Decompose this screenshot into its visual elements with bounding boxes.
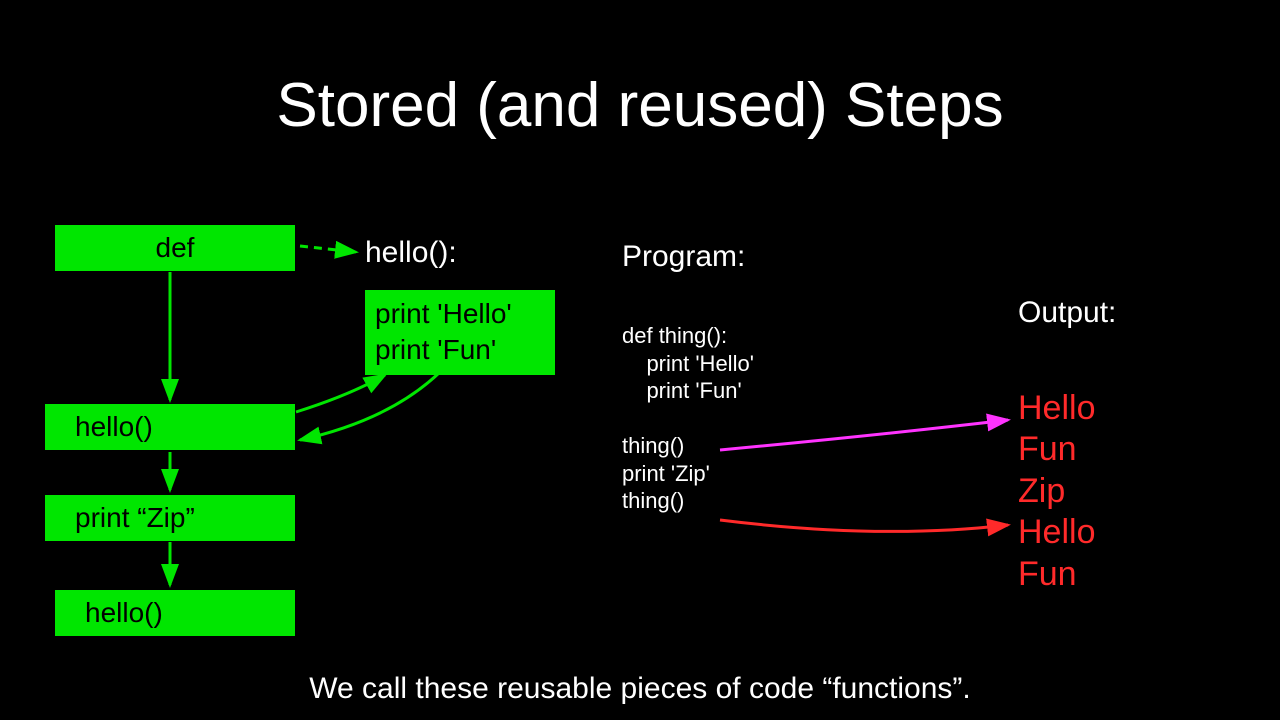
arrow-def-to-decl bbox=[300, 246, 356, 252]
def-box: def bbox=[55, 225, 295, 271]
output-line: Hello bbox=[1018, 512, 1095, 553]
print-zip-box: print “Zip” bbox=[45, 495, 295, 541]
arrow-thing2-to-output bbox=[720, 520, 1008, 531]
output-line: Zip bbox=[1018, 471, 1095, 512]
footer-caption: We call these reusable pieces of code “f… bbox=[0, 672, 1280, 706]
function-body-box: print 'Hello' print 'Fun' bbox=[365, 290, 555, 375]
hello-declaration-label: hello(): bbox=[365, 236, 457, 270]
output-text: Hello Fun Zip Hello Fun bbox=[1018, 388, 1095, 595]
output-line: Fun bbox=[1018, 429, 1095, 470]
body-line-2: print 'Fun' bbox=[375, 332, 545, 368]
program-label: Program: bbox=[622, 240, 745, 274]
output-label: Output: bbox=[1018, 296, 1116, 330]
arrow-thing1-to-output bbox=[720, 420, 1008, 450]
arrow-hello1-to-body bbox=[296, 375, 385, 412]
slide-title: Stored (and reused) Steps bbox=[0, 70, 1280, 141]
hello-call-2-box: hello() bbox=[55, 590, 295, 636]
program-code: def thing(): print 'Hello' print 'Fun' t… bbox=[622, 322, 754, 515]
output-line: Fun bbox=[1018, 554, 1095, 595]
output-line: Hello bbox=[1018, 388, 1095, 429]
hello-call-1-box: hello() bbox=[45, 404, 295, 450]
arrow-body-to-hello1 bbox=[300, 372, 440, 440]
body-line-1: print 'Hello' bbox=[375, 296, 545, 332]
